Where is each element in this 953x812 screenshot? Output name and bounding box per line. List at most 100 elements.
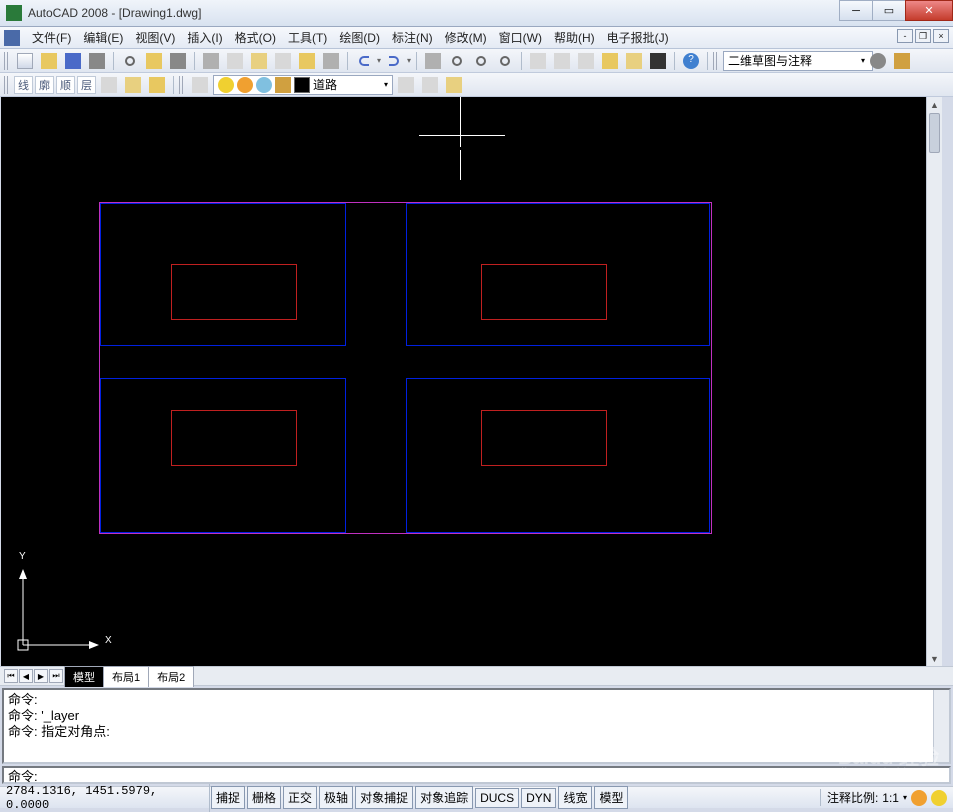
drawing-canvas[interactable]: Y X (1, 97, 942, 666)
match-button[interactable] (272, 51, 294, 71)
menu-modify[interactable]: 修改(M) (439, 26, 493, 49)
zoom-window-button[interactable] (470, 51, 492, 71)
close-button[interactable]: ✕ (905, 0, 953, 21)
eraser-button[interactable] (320, 51, 342, 71)
tab-layout1[interactable]: 布局1 (103, 666, 149, 687)
command-prompt: 命令: (8, 766, 38, 785)
minimize-button[interactable]: ─ (839, 0, 873, 21)
quickcalc-button[interactable] (647, 51, 669, 71)
paste-button[interactable] (248, 51, 270, 71)
text-btn-outline[interactable]: 廓 (35, 76, 54, 94)
tab-next-button[interactable]: ▶ (34, 669, 48, 683)
layer-tool1-button[interactable] (98, 75, 120, 95)
new-button[interactable] (14, 51, 36, 71)
save-button[interactable] (62, 51, 84, 71)
annotation-scale[interactable]: 注释比例: 1:1 ▾ (820, 789, 953, 806)
menu-edit[interactable]: 编辑(E) (77, 26, 129, 49)
toolbar-grip[interactable] (179, 76, 184, 94)
text-btn-order[interactable]: 顺 (56, 76, 75, 94)
3dprint-button[interactable] (167, 51, 189, 71)
maximize-button[interactable]: ▭ (872, 0, 906, 21)
copy-icon (227, 53, 243, 69)
open-button[interactable] (38, 51, 60, 71)
text-btn-line[interactable]: 线 (14, 76, 33, 94)
props-button[interactable] (527, 51, 549, 71)
scroll-up-arrow[interactable]: ▲ (927, 97, 942, 112)
toolpalettes-button[interactable] (575, 51, 597, 71)
scroll-thumb[interactable] (929, 113, 940, 153)
toggle-dyn[interactable]: DYN (521, 788, 556, 808)
layer-tool3-button[interactable] (146, 75, 168, 95)
plot-preview-button[interactable] (119, 51, 141, 71)
menu-insert[interactable]: 插入(I) (181, 26, 228, 49)
cut-button[interactable] (200, 51, 222, 71)
drawing-rect-red-tr (481, 264, 607, 320)
layer-prev-button[interactable] (419, 75, 441, 95)
menu-draw[interactable]: 绘图(D) (333, 26, 386, 49)
window-title: AutoCAD 2008 - [Drawing1.dwg] (28, 6, 840, 20)
workspace-lock-button[interactable] (891, 51, 913, 71)
tab-first-button[interactable]: ⏮ (4, 669, 18, 683)
workspace-dropdown[interactable]: 二维草图与注释 (723, 51, 873, 71)
zoom-prev-button[interactable] (494, 51, 516, 71)
ss-icon (602, 53, 618, 69)
publish-icon (146, 53, 162, 69)
toolbar-grip[interactable] (4, 76, 9, 94)
anno-vis-icon[interactable] (931, 790, 947, 806)
title-bar: AutoCAD 2008 - [Drawing1.dwg] ─ ▭ ✕ (0, 0, 953, 27)
menu-bar: 文件(F) 编辑(E) 视图(V) 插入(I) 格式(O) 工具(T) 绘图(D… (0, 27, 953, 49)
tab-last-button[interactable]: ⏭ (49, 669, 63, 683)
drawing-rect-red-tl (171, 264, 297, 320)
mdi-restore-button[interactable]: ❐ (915, 29, 931, 43)
toggle-ducs[interactable]: DUCS (475, 788, 519, 808)
menu-window[interactable]: 窗口(W) (493, 26, 548, 49)
tab-prev-button[interactable]: ◀ (19, 669, 33, 683)
redo-button[interactable] (383, 51, 405, 71)
menu-help[interactable]: 帮助(H) (548, 26, 601, 49)
menu-format[interactable]: 格式(O) (229, 26, 282, 49)
copy-button[interactable] (224, 51, 246, 71)
layer-iso-button[interactable] (443, 75, 465, 95)
tab-model[interactable]: 模型 (64, 666, 104, 687)
vertical-scrollbar[interactable]: ▲ ▼ (926, 97, 942, 666)
cmd-scrollbar[interactable] (933, 690, 949, 762)
help-button[interactable]: ? (680, 51, 702, 71)
layer-dropdown[interactable]: 道路 ▾ (213, 75, 393, 95)
pan-button[interactable] (422, 51, 444, 71)
coordinates-display[interactable]: 2784.1316, 1451.5979, 0.0000 (0, 784, 210, 812)
menu-file[interactable]: 文件(F) (26, 26, 77, 49)
menu-view[interactable]: 视图(V) (129, 26, 181, 49)
scroll-down-arrow[interactable]: ▼ (927, 651, 942, 666)
undo-icon (359, 56, 369, 66)
print-button[interactable] (86, 51, 108, 71)
ucs-icon: Y X (13, 555, 113, 658)
markup-button[interactable] (623, 51, 645, 71)
text-btn-layer[interactable]: 层 (77, 76, 96, 94)
menu-dimension[interactable]: 标注(N) (386, 26, 439, 49)
mdi-close-button[interactable]: × (933, 29, 949, 43)
anno-auto-icon[interactable] (911, 790, 927, 806)
tab-layout2[interactable]: 布局2 (148, 666, 194, 687)
toolbar-grip[interactable] (4, 52, 9, 70)
separator (416, 52, 417, 70)
brush-button[interactable] (296, 51, 318, 71)
separator (521, 52, 522, 70)
designcenter-button[interactable] (551, 51, 573, 71)
zoom-win-icon (476, 56, 486, 66)
command-history[interactable]: 命令: 命令: '_layer 命令: 指定对角点: (2, 688, 951, 764)
layer-tool2-button[interactable] (122, 75, 144, 95)
publish-button[interactable] (143, 51, 165, 71)
layer-properties-button[interactable] (189, 75, 211, 95)
mdi-minimize-button[interactable]: - (897, 29, 913, 43)
sheetset-button[interactable] (599, 51, 621, 71)
undo-button[interactable] (353, 51, 375, 71)
lock-icon (894, 53, 910, 69)
layer-tool3-icon (149, 77, 165, 93)
zoom-realtime-button[interactable] (446, 51, 468, 71)
menu-tools[interactable]: 工具(T) (282, 26, 333, 49)
workspace-settings-button[interactable] (867, 51, 889, 71)
menu-ereview[interactable]: 电子报批(J) (601, 26, 675, 49)
command-input[interactable]: 命令: (2, 766, 951, 784)
toolbar-grip[interactable] (713, 52, 718, 70)
layer-states-button[interactable] (395, 75, 417, 95)
